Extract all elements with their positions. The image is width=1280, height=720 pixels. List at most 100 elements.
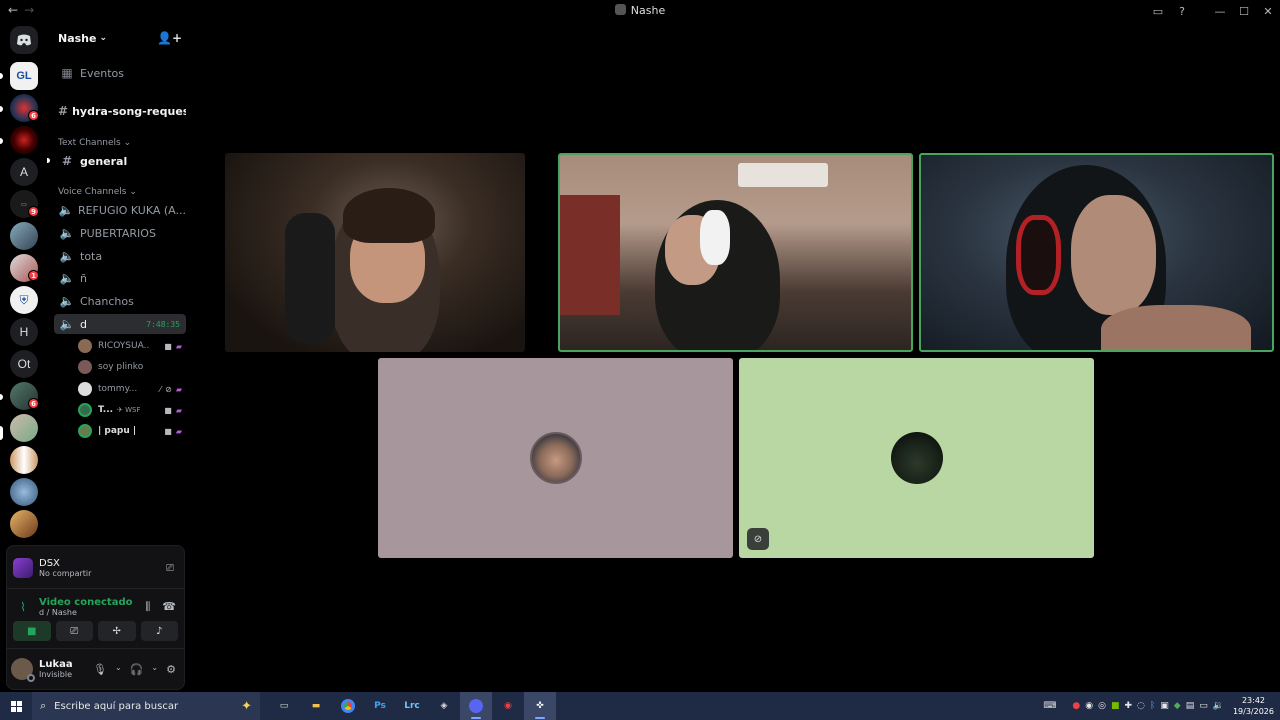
recording-app-icon[interactable]: ◉: [492, 692, 524, 720]
nvidia-icon[interactable]: ■: [1111, 701, 1120, 711]
unread-pill: [0, 106, 3, 112]
mention-badge: 6: [28, 398, 39, 409]
bluetooth-icon[interactable]: ᛒ: [1150, 701, 1155, 711]
avatar: [78, 424, 92, 438]
server-shield-icon[interactable]: ⛨: [10, 286, 38, 314]
server-a-icon[interactable]: A: [10, 158, 38, 186]
voice-status[interactable]: Video conectado: [39, 597, 132, 608]
events-item[interactable]: ▦ Eventos: [54, 63, 186, 83]
photoshop-icon[interactable]: Ps: [364, 692, 396, 720]
voice-channel-pubertarios[interactable]: 🔈 PUBERTARIOS: [54, 223, 186, 243]
category-text-channels[interactable]: Text Channels ⌄: [58, 138, 131, 148]
server-icon-13[interactable]: [10, 478, 38, 506]
voice-channel-d[interactable]: 🔈 d 7:48:35: [54, 314, 186, 334]
account-text: Lukaa Invisible: [39, 659, 73, 679]
category-voice-channels[interactable]: Voice Channels ⌄: [58, 187, 137, 197]
participant-shoulder: [1101, 305, 1251, 350]
camera-icon: ■: [164, 426, 172, 436]
lightroom-classic-icon[interactable]: Lrc: [396, 692, 428, 720]
channel-general[interactable]: # general: [54, 151, 186, 171]
voice-connection: ⌇ Video conectado d / Nashe ⫼ ☎: [13, 591, 178, 623]
share-screen-icon[interactable]: ⎚: [166, 563, 174, 574]
camera-button[interactable]: ■: [13, 621, 51, 641]
tray-app-icon[interactable]: ◌: [1137, 701, 1145, 711]
microphone-icon[interactable]: 🎙: [93, 663, 107, 676]
taskbar-search[interactable]: ⌕ Escribe aquí para buscar ✦: [32, 692, 260, 720]
chevron-down-icon[interactable]: ⌄: [115, 663, 122, 676]
voice-user[interactable]: RICOYSUA... ■ ▰: [78, 336, 186, 356]
voice-location[interactable]: d / Nashe: [39, 608, 132, 617]
signal-icon[interactable]: ⌇: [13, 600, 33, 614]
voice-channel-refugio[interactable]: 🔈 REFUGIO KUKA (A...: [54, 200, 187, 220]
chevron-down-icon[interactable]: ⌄: [151, 663, 158, 676]
minimize-button[interactable]: —: [1208, 5, 1232, 18]
channel-hydra-song-requests[interactable]: # hydra-song-requests: [54, 101, 186, 121]
window-title-text: Nashe: [630, 4, 666, 17]
tray-app-icon[interactable]: ●: [1072, 701, 1080, 711]
server-h-icon[interactable]: H: [10, 318, 38, 346]
hashtag-icon: #: [58, 104, 69, 118]
voice-actions: ⫼ ☎: [145, 600, 176, 614]
chrome-icon[interactable]: [332, 692, 364, 720]
server-gl-icon[interactable]: GL: [10, 62, 38, 90]
soundboard-button[interactable]: ♪: [140, 621, 178, 641]
avatar: [78, 339, 92, 353]
inbox-icon[interactable]: ▭: [1146, 5, 1170, 18]
account-area[interactable]: Lukaa Invisible 🎙 ⌄ 🎧 ⌄ ⚙: [11, 652, 180, 686]
voice-user[interactable]: soy plinko: [78, 357, 186, 377]
disconnect-icon[interactable]: ☎: [162, 600, 176, 614]
clock[interactable]: 23:42 19/3/2026: [1233, 695, 1274, 717]
tray-app-icon[interactable]: ▣: [1160, 701, 1169, 711]
file-explorer-icon[interactable]: ▬: [300, 692, 332, 720]
invite-people-icon[interactable]: 👤+: [157, 31, 182, 45]
video-tile-3[interactable]: [919, 153, 1274, 352]
game-app-icon[interactable]: ✜: [524, 692, 556, 720]
keyboard-icon[interactable]: ⌨: [1043, 701, 1056, 711]
voice-channel-n[interactable]: 🔈 ñ: [54, 268, 186, 288]
tray-app-icon[interactable]: ✚: [1124, 701, 1132, 711]
video-tile-5[interactable]: ⊘: [739, 358, 1094, 558]
tray-app-icon[interactable]: ◎: [1098, 701, 1106, 711]
server-icon-14[interactable]: [10, 510, 38, 538]
tray-app-icon[interactable]: ◆: [1174, 701, 1181, 711]
voice-user-name: tommy...: [98, 384, 138, 394]
discord-taskbar-icon[interactable]: [460, 692, 492, 720]
headphones-icon[interactable]: 🎧: [130, 663, 144, 676]
server-icon-6[interactable]: [10, 222, 38, 250]
start-button[interactable]: [0, 692, 32, 720]
stream-preview[interactable]: DSX No compartir ⎚: [13, 550, 178, 586]
activities-button[interactable]: ✢: [98, 621, 136, 641]
video-tile-1[interactable]: [225, 153, 525, 352]
davinci-icon[interactable]: ◈: [428, 692, 460, 720]
network-icon[interactable]: ▭: [1199, 701, 1208, 711]
noise-suppression-icon[interactable]: ⫼: [145, 600, 150, 614]
discord-home-icon[interactable]: [10, 26, 38, 54]
voice-channel-chanchos[interactable]: 🔈 Chanchos: [54, 291, 186, 311]
video-tile-4[interactable]: [378, 358, 733, 558]
voice-user[interactable]: tommy... ⁄ ⊘ ▰: [78, 379, 186, 399]
server-ot-icon[interactable]: Ot: [10, 350, 38, 378]
server-icon-3[interactable]: [10, 126, 38, 154]
task-view-icon[interactable]: ▭: [268, 692, 300, 720]
help-icon[interactable]: ?: [1170, 5, 1194, 18]
channel-label: ñ: [80, 271, 87, 285]
status-indicator: [27, 674, 35, 682]
voice-channel-tota[interactable]: 🔈 tota: [54, 246, 186, 266]
volume-icon[interactable]: 🔉: [1213, 701, 1224, 711]
server-nashe-icon[interactable]: [10, 414, 38, 442]
tray-app-icon[interactable]: ▤: [1186, 701, 1195, 711]
server-icon-12[interactable]: [10, 446, 38, 474]
video-tile-2[interactable]: [558, 153, 913, 352]
close-button[interactable]: ✕: [1256, 5, 1280, 18]
mention-badge: 9: [28, 206, 39, 217]
tray-app-icon[interactable]: ◉: [1085, 701, 1093, 711]
gear-icon[interactable]: ⚙: [166, 663, 176, 676]
title-bar: ← → Nashe ▭ ? — ☐ ✕: [0, 0, 1280, 22]
voice-user[interactable]: T... ✈ WSF ■ ▰: [78, 400, 186, 420]
unread-pill: [0, 394, 3, 400]
maximize-button[interactable]: ☐: [1232, 5, 1256, 18]
voice-user[interactable]: | papu | ■ ▰: [78, 421, 186, 441]
camera-icon: ■: [164, 405, 172, 415]
server-header[interactable]: Nashe ⌄ 👤+: [48, 22, 190, 54]
screen-share-button[interactable]: ⎚: [55, 621, 93, 641]
